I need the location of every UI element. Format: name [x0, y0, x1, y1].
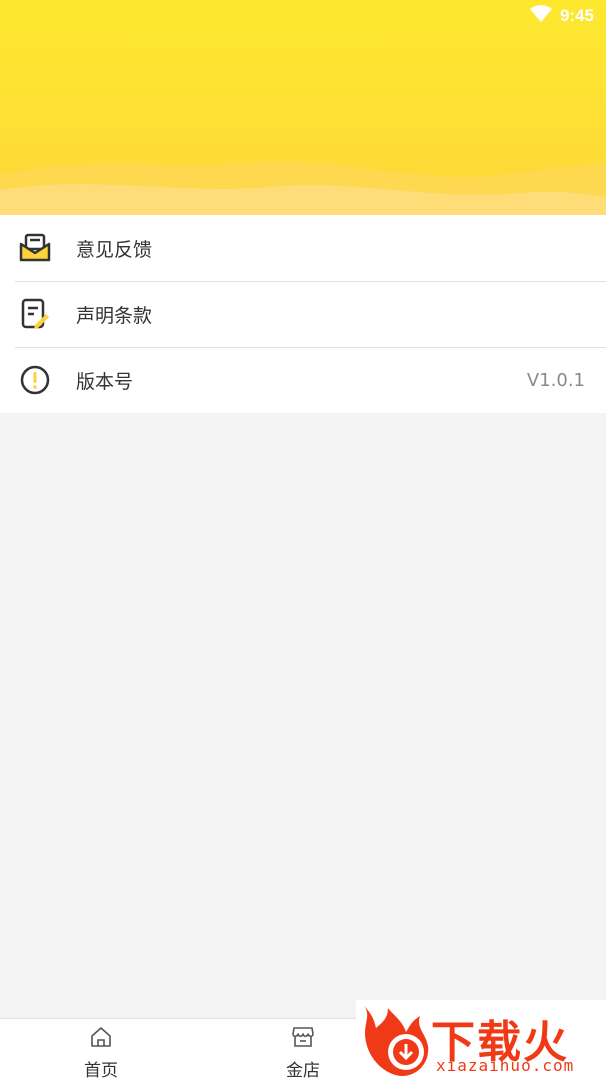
menu-item-feedback[interactable]: 意见反馈	[0, 215, 606, 281]
header-banner: 9:45	[0, 0, 606, 215]
status-bar: 9:45	[529, 0, 606, 32]
menu-item-label: 声明条款	[76, 304, 153, 327]
wave-decoration	[0, 161, 606, 215]
tab-label: 首页	[84, 1061, 118, 1080]
watermark-subtitle: xiazaihuo.com	[436, 1056, 575, 1075]
watermark-logo: 下载火 xiazaihuo.com	[356, 1000, 606, 1080]
flame-download-icon	[364, 1006, 429, 1076]
menu-item-label: 意见反馈	[76, 238, 153, 261]
settings-menu: 意见反馈 声明条款 版本号 V1.0.1	[0, 215, 606, 413]
menu-item-terms[interactable]: 声明条款	[0, 281, 606, 347]
home-icon	[89, 1026, 113, 1052]
mail-feedback-icon	[18, 231, 52, 265]
menu-item-version[interactable]: 版本号 V1.0.1	[0, 347, 606, 413]
wifi-icon	[529, 4, 552, 28]
shop-icon	[291, 1026, 315, 1052]
info-exclamation-icon	[18, 363, 52, 397]
status-time: 9:45	[559, 6, 594, 25]
version-number: V1.0.1	[526, 369, 585, 391]
tab-label: 金店	[286, 1061, 320, 1080]
document-edit-icon	[18, 297, 52, 331]
menu-item-label: 版本号	[76, 370, 134, 393]
tab-home[interactable]: 首页	[0, 1019, 202, 1080]
